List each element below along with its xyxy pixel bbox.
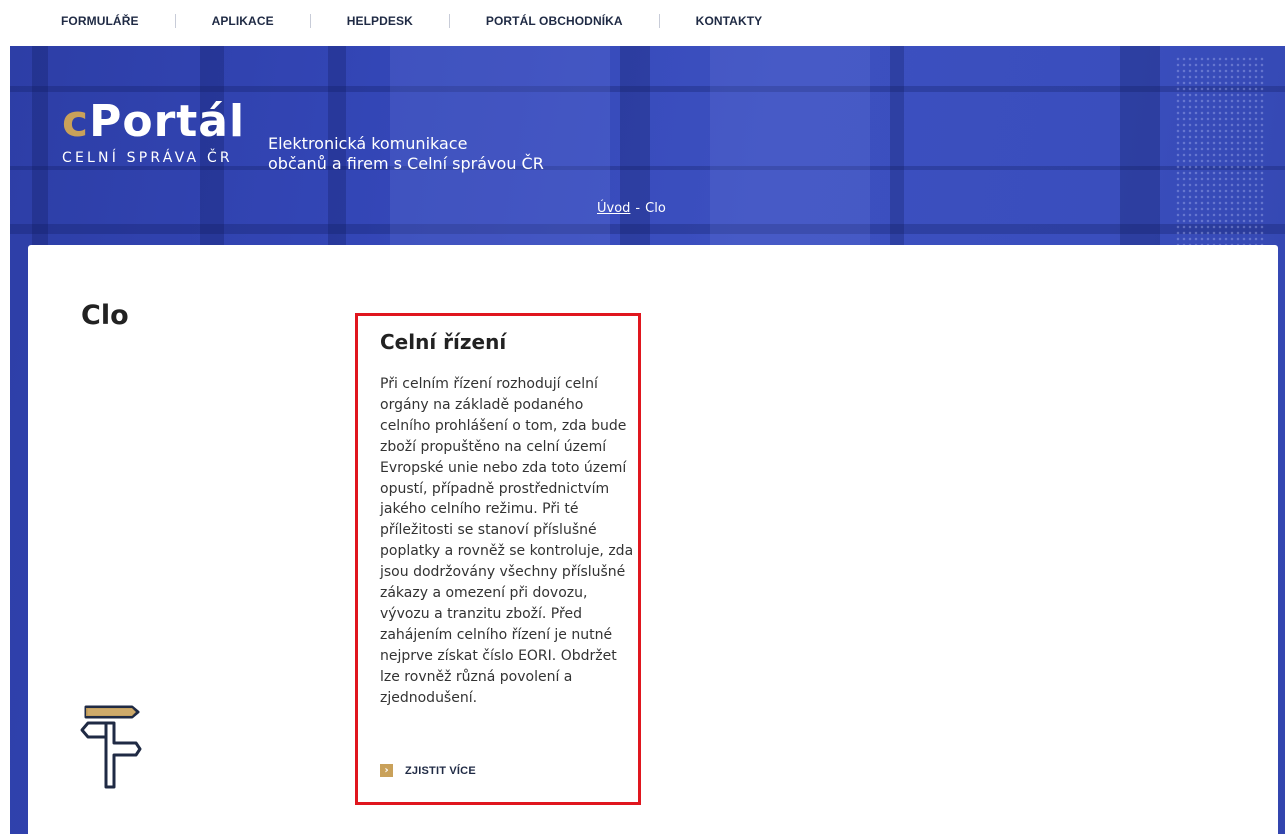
- breadcrumb-separator: -: [635, 201, 641, 216]
- hero-decoration: [10, 166, 1285, 170]
- card-description: Při celním řízení rozhodují celní orgány…: [380, 376, 634, 706]
- nav-divider: [658, 14, 660, 28]
- main-content-panel: [28, 245, 1278, 834]
- logo-wordmark: cPortál: [62, 100, 245, 144]
- signpost-accent: [86, 708, 136, 716]
- learn-more-label: ZJISTIT VÍCE: [405, 764, 476, 777]
- learn-more-link[interactable]: › ZJISTIT VÍCE: [380, 764, 476, 777]
- tagline-line-2: občanů a firem s Celní správou ČR: [268, 154, 544, 173]
- card-title: Celní řízení: [380, 330, 507, 354]
- nav-item-kontakty[interactable]: KONTAKTY: [696, 14, 763, 28]
- breadcrumb-current: Clo: [645, 201, 666, 216]
- nav-divider: [448, 14, 450, 28]
- site-tagline: Elektronická komunikace občanů a firem s…: [268, 134, 544, 174]
- nav-divider: [174, 14, 176, 28]
- hero-decoration: [710, 46, 870, 246]
- nav-item-aplikace[interactable]: APLIKACE: [212, 14, 274, 28]
- signpost-left-sign: [80, 721, 108, 739]
- top-navigation: FORMULÁŘE APLIKACE HELPDESK PORTÁL OBCHO…: [0, 0, 1285, 46]
- page-title: Clo: [81, 300, 129, 331]
- hero-decoration: [10, 224, 1285, 234]
- nav-item-portal-obchodnika[interactable]: PORTÁL OBCHODNÍKA: [486, 14, 623, 28]
- celni-rizeni-card[interactable]: Celní řízení Při celním řízení rozhodují…: [355, 313, 641, 805]
- signpost-post: [104, 721, 142, 789]
- top-nav-list: FORMULÁŘE APLIKACE HELPDESK PORTÁL OBCHO…: [0, 0, 1285, 42]
- tagline-line-1: Elektronická komunikace: [268, 134, 468, 153]
- logo-subtitle: CELNÍ SPRÁVA ČR: [62, 150, 233, 166]
- signpost-icon: [80, 705, 142, 789]
- nav-item-helpdesk[interactable]: HELPDESK: [347, 14, 413, 28]
- site-logo[interactable]: cPortál CELNÍ SPRÁVA ČR: [62, 100, 245, 167]
- hero-decoration: [1175, 56, 1265, 246]
- nav-item-formulare[interactable]: FORMULÁŘE: [61, 14, 139, 28]
- breadcrumb: Úvod - Clo: [597, 201, 666, 216]
- chevron-right-icon: ›: [380, 764, 393, 777]
- nav-divider: [309, 14, 311, 28]
- logo-word: Portál: [89, 96, 246, 147]
- logo-accent-letter: c: [62, 96, 90, 147]
- hero-decoration: [10, 86, 1285, 92]
- breadcrumb-home-link[interactable]: Úvod: [597, 201, 630, 216]
